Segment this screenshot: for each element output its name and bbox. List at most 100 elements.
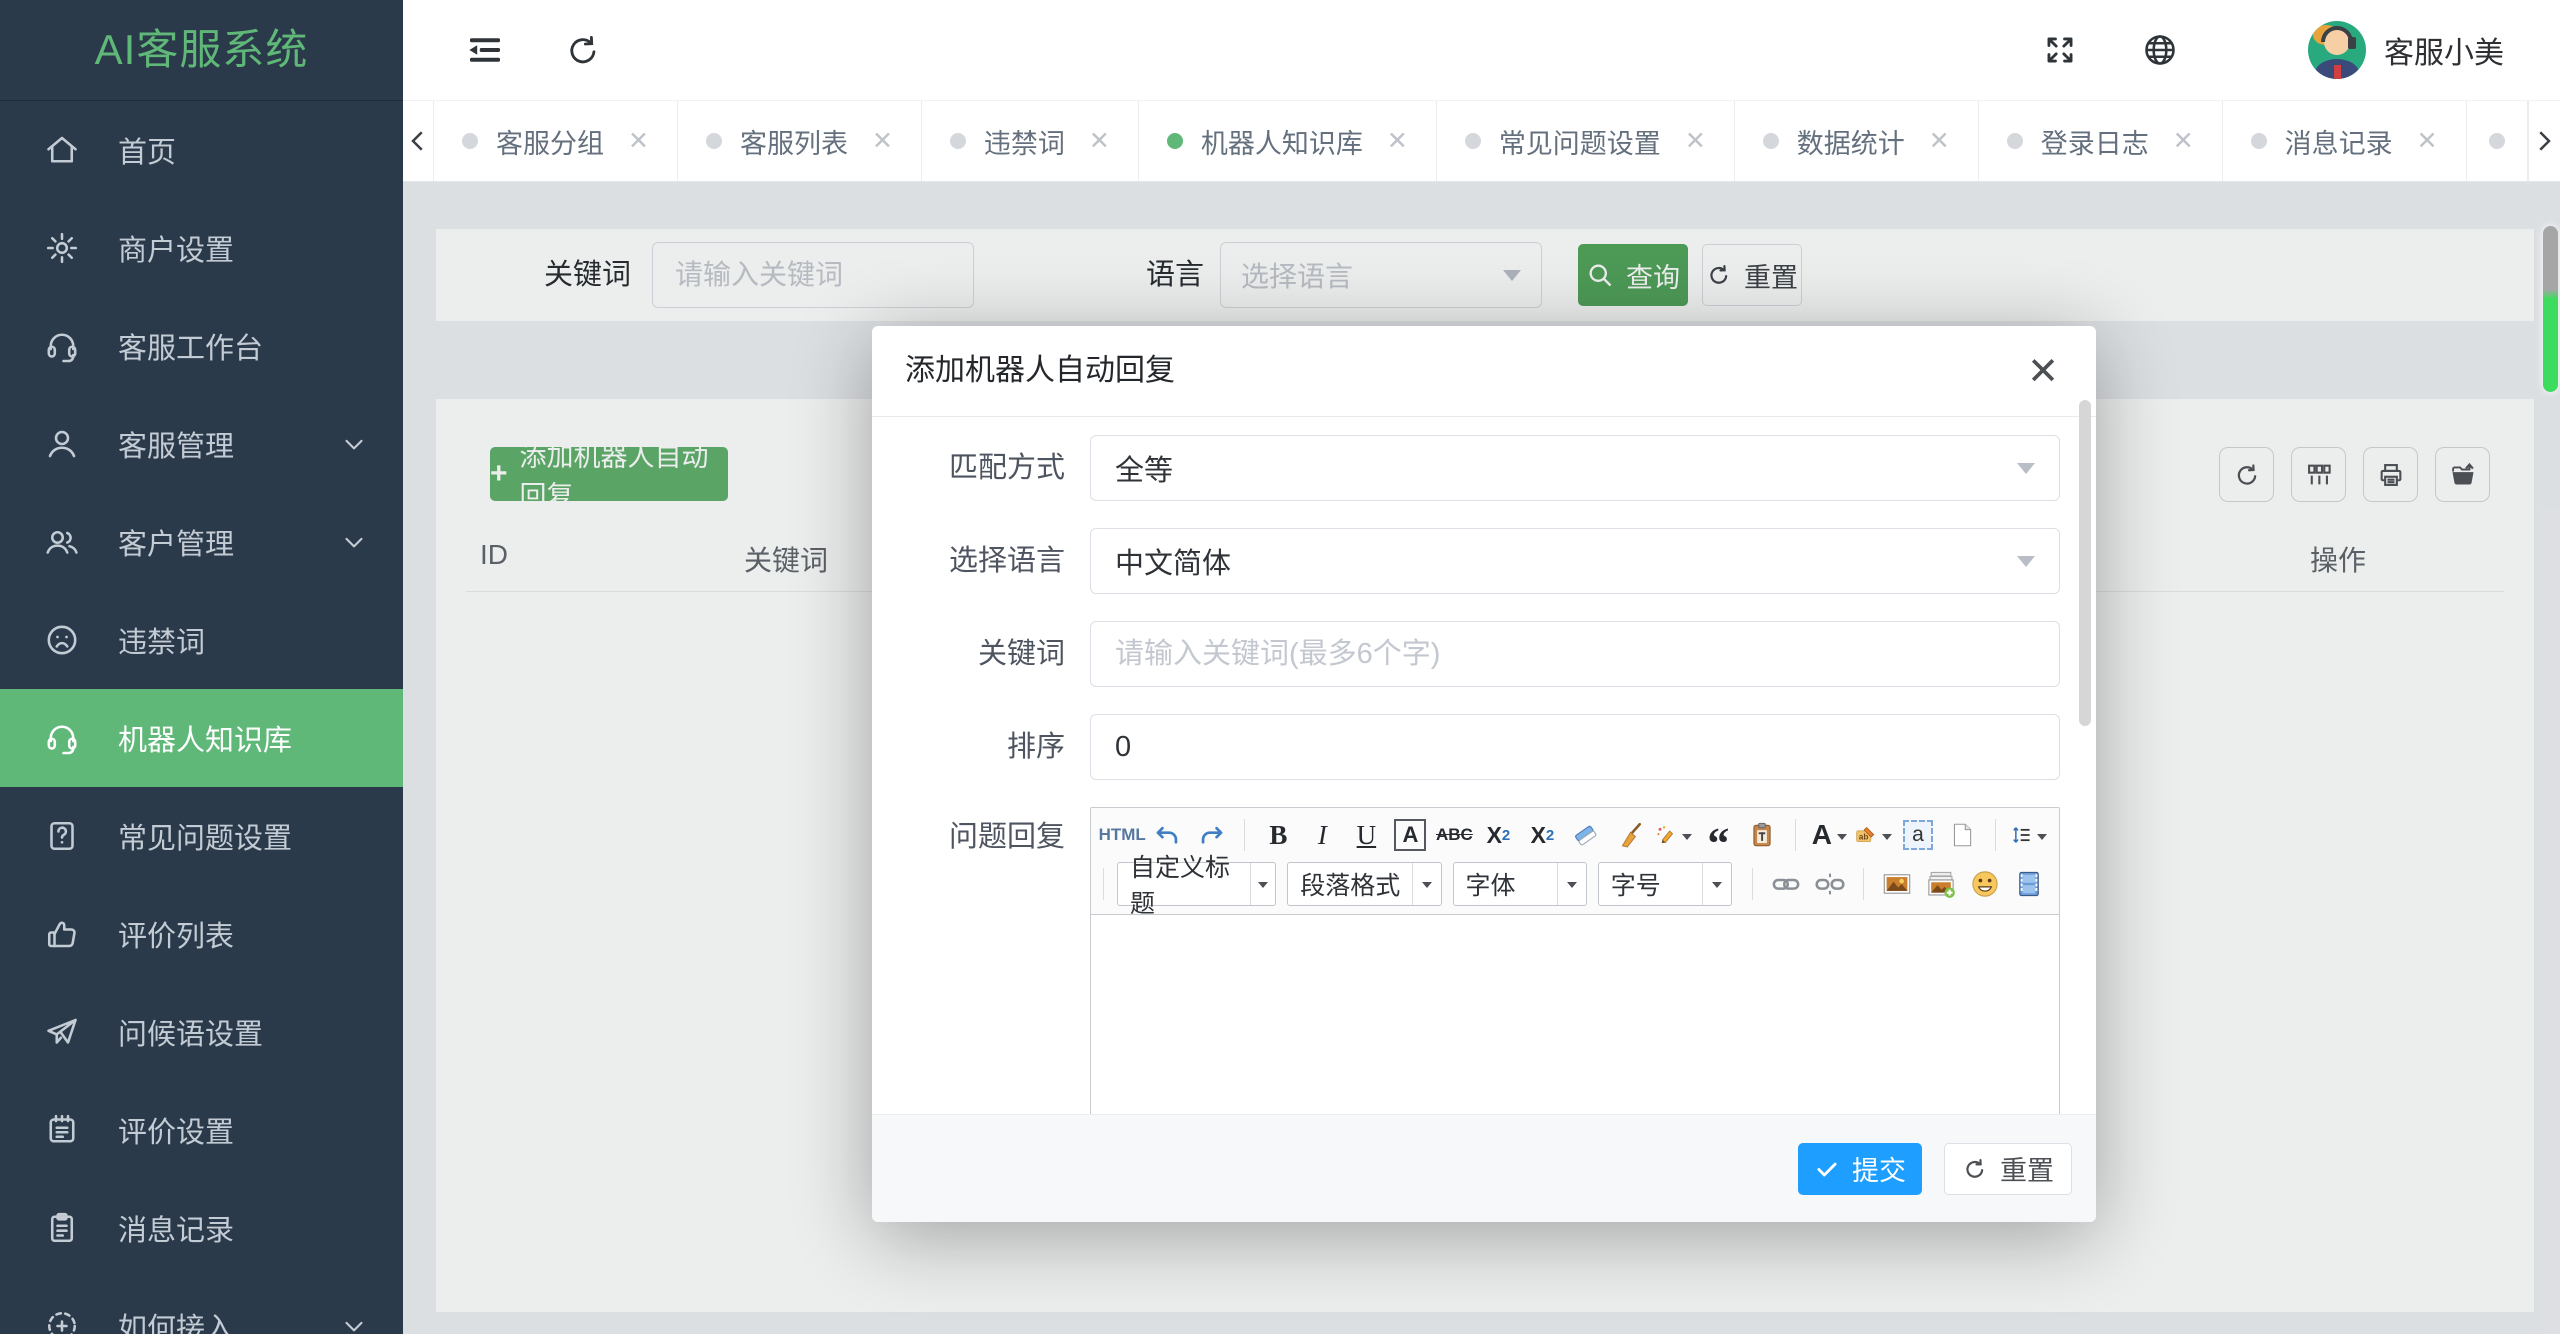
close-tab-icon[interactable]: ✕ [1685,128,1706,154]
tab-item-login-log[interactable]: 登录日志 ✕ [1979,101,2223,181]
new-page-button[interactable] [1942,815,1982,855]
sidebar-item-banned-words[interactable]: 违禁词 [0,591,403,689]
close-tab-icon[interactable]: ✕ [872,128,893,154]
tab-item-banned-words[interactable]: 违禁词 ✕ [922,101,1139,181]
chevron-down-icon [339,429,369,459]
close-tab-icon[interactable]: ✕ [2417,128,2438,154]
keyword-label: 关键词 [977,638,1065,670]
close-tab-icon[interactable]: ✕ [2173,128,2194,154]
close-tab-icon[interactable]: ✕ [1387,128,1408,154]
current-user-name[interactable]: 客服小美 [2384,28,2504,72]
close-tab-icon[interactable]: ✕ [1929,128,1950,154]
language-select[interactable]: 中文简体 [1090,528,2060,594]
page-scrollbar[interactable] [2543,226,2558,392]
tab-item-message-log[interactable]: 消息记录 ✕ [2223,101,2467,181]
editor-content[interactable] [1090,915,2060,1115]
sidebar-item-robot-knowledge-base[interactable]: 机器人知识库 [0,689,403,787]
blockquote-button[interactable]: “ [1698,806,1738,866]
sidebar-item-merchant-settings[interactable]: 商户设置 [0,199,403,297]
bold-button[interactable]: B [1258,815,1298,855]
dropdown-caret-icon [2037,833,2047,845]
tab-label: 登录日志 [2040,128,2149,159]
tab-item-agent-groups[interactable]: 客服分组 ✕ [434,101,678,181]
paragraph-format-value: 段落格式 [1300,872,1401,900]
insert-image-icon[interactable] [1877,864,1917,904]
strikethrough-button[interactable]: ABC [1434,815,1474,855]
dropdown-caret-icon [1682,833,1693,845]
sidebar-item-label: 机器人知识库 [118,725,293,757]
collapse-sidebar-icon[interactable] [465,30,505,70]
format-brush-button[interactable] [1610,815,1650,855]
superscript-button[interactable]: X2 [1478,815,1518,855]
tab-item-agent-list[interactable]: 客服列表 ✕ [678,101,922,181]
close-tab-icon[interactable]: ✕ [628,128,649,154]
tab-label: 违禁词 [983,128,1065,159]
sidebar-item-greeting-settings[interactable]: 问候语设置 [0,983,403,1081]
tab-item-faq-settings[interactable]: 常见问题设置 ✕ [1437,101,1735,181]
select-caret-icon [2017,463,2035,483]
highlight-color-button[interactable]: ab [1853,815,1894,855]
match-mode-select[interactable]: 全等 [1090,435,2060,501]
language-globe-icon[interactable] [2140,30,2180,70]
font-size-value: 字号 [1610,872,1661,900]
sidebar-item-home[interactable]: 首页 [0,101,403,199]
sidebar-item-agent-management[interactable]: 客服管理 [0,395,403,493]
insert-multi-image-icon[interactable] [1921,864,1961,904]
sort-input[interactable] [1090,714,2060,780]
font-family-select[interactable]: 字体 [1452,862,1587,906]
tabs-scroll-right-icon[interactable] [2529,101,2559,181]
keyword-input[interactable] [1090,621,2060,687]
language-label: 选择语言 [948,545,1065,577]
submit-button[interactable]: 提交 [1798,1142,1922,1195]
fullscreen-icon[interactable] [2040,30,2080,70]
clipboard-icon [42,1208,82,1248]
line-height-button[interactable] [2009,815,2049,855]
italic-button[interactable]: I [1302,815,1342,855]
sidebar-item-label: 常见问题设置 [118,823,293,855]
avatar[interactable] [2308,21,2366,79]
rich-text-editor: HTML B I U A ABC X2 X2 “ A ab a 自定义标题 段落… [1090,807,2060,1115]
app-logo: AI客服系统 [0,0,403,101]
sidebar-item-faq-settings[interactable]: 常见问题设置 [0,787,403,885]
font-size-select[interactable]: 字号 [1597,862,1733,906]
font-border-button[interactable]: A [1394,819,1427,851]
sidebar-item-label: 客服工作台 [118,333,264,365]
sidebar-item-agent-workbench[interactable]: 客服工作台 [0,297,403,395]
eraser-button[interactable] [1566,815,1606,855]
sidebar-item-review-settings[interactable]: 评价设置 [0,1081,403,1179]
tab-item-data-statistics[interactable]: 数据统计 ✕ [1735,101,1979,181]
dialog-reset-button[interactable]: 重置 [1944,1142,2072,1195]
dropdown-caret-icon [1882,833,1892,845]
font-color-button[interactable]: A [1809,815,1849,855]
insert-video-icon[interactable] [2009,864,2049,904]
insert-link-icon[interactable] [1766,864,1806,904]
autotypeset-button[interactable] [1654,815,1694,855]
tab-label: 消息记录 [2284,128,2393,159]
app-root: AI客服系统 首页 商户设置 客服工作台 客服管理 客户管理 违禁词 机器人知识… [0,0,2560,1334]
refresh-page-icon[interactable] [563,30,603,70]
tab-item-overflow[interactable] [2467,101,2528,181]
remove-link-icon[interactable] [1810,864,1850,904]
tab-label: 客服分组 [496,128,604,159]
subscript-button[interactable]: X2 [1522,815,1562,855]
custom-title-select[interactable]: 自定义标题 [1117,854,1277,918]
emoji-icon[interactable] [1965,864,2005,904]
paste-text-button[interactable] [1742,815,1782,855]
sidebar-item-label: 评价设置 [118,1117,235,1149]
underline-button[interactable]: U [1346,815,1386,855]
close-tab-icon[interactable]: ✕ [1089,128,1110,154]
sidebar-item-message-log[interactable]: 消息记录 [0,1179,403,1277]
editor-toolbar: HTML B I U A ABC X2 X2 “ A ab a 自定义标题 段落… [1090,806,2060,918]
sidebar-item-how-to-connect[interactable]: 如何接入 [0,1277,403,1334]
close-dialog-icon[interactable]: ✕ [2020,348,2066,394]
toolbar-separator [1863,868,1865,900]
paragraph-format-select[interactable]: 段落格式 [1287,862,1442,906]
dialog-scrollbar[interactable] [2079,400,2091,726]
sidebar-item-customer-management[interactable]: 客户管理 [0,493,403,591]
sidebar-item-review-list[interactable]: 评价列表 [0,885,403,983]
language-value: 中文简体 [1115,548,1232,580]
reply-label: 问题回复 [948,821,1065,853]
inline-code-button[interactable]: a [1903,820,1933,850]
tabs-scroll-left-icon[interactable] [403,101,434,181]
tab-item-robot-knowledge-base[interactable]: 机器人知识库 ✕ [1139,101,1437,181]
